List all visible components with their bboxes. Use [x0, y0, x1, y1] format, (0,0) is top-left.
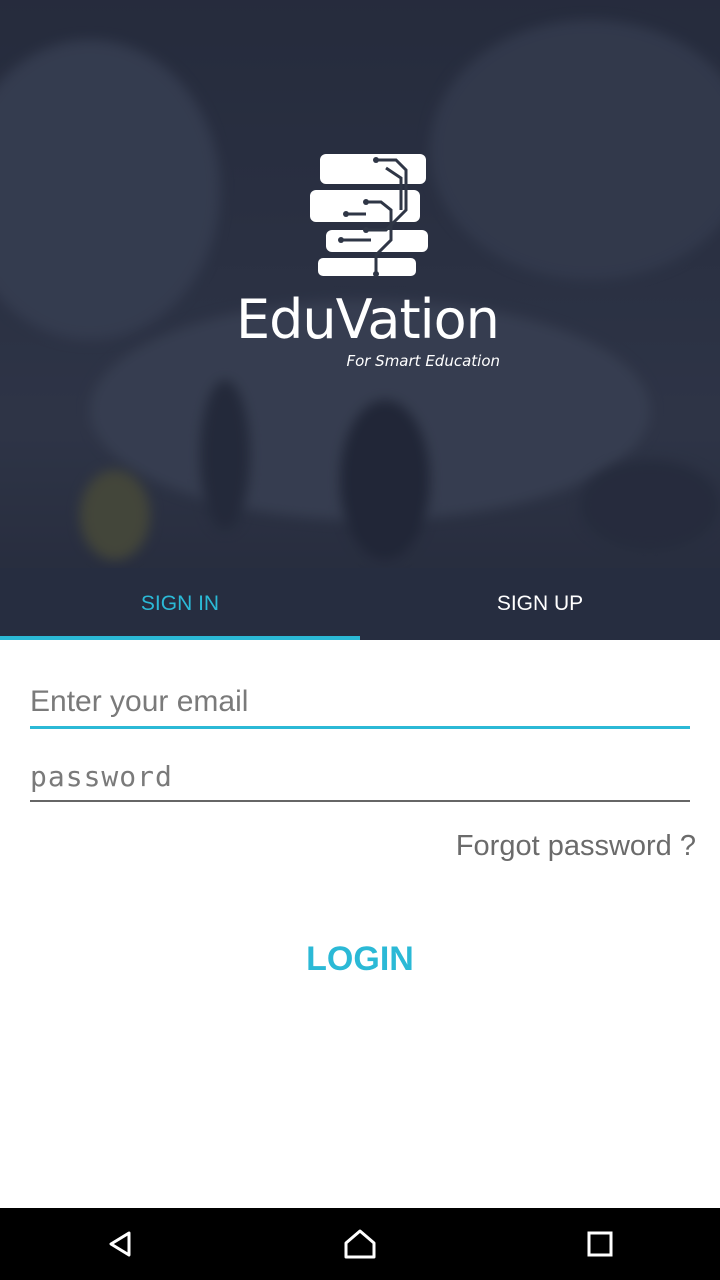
- back-button[interactable]: [80, 1214, 160, 1274]
- forgot-password-link[interactable]: Forgot password ?: [456, 830, 696, 863]
- system-navigation-bar: [0, 1208, 720, 1280]
- email-field-container: [30, 682, 690, 729]
- tab-sign-up[interactable]: SIGN UP: [360, 568, 720, 640]
- books-circuit-icon: [310, 154, 428, 277]
- home-icon: [344, 1229, 376, 1259]
- password-field-container: [30, 756, 690, 802]
- back-icon: [109, 1231, 131, 1257]
- auth-tabs: SIGN IN SIGN UP: [0, 568, 720, 640]
- email-input[interactable]: [30, 682, 690, 722]
- eduvation-logo: EduVation For Smart Education: [236, 150, 506, 380]
- recents-icon: [587, 1231, 613, 1257]
- login-button[interactable]: LOGIN: [0, 940, 720, 979]
- brand-name: EduVation: [236, 288, 500, 351]
- home-button[interactable]: [320, 1214, 400, 1274]
- tab-sign-in[interactable]: SIGN IN: [0, 568, 360, 640]
- password-input[interactable]: [30, 756, 690, 796]
- brand-tagline: For Smart Education: [346, 352, 500, 370]
- recents-button[interactable]: [560, 1214, 640, 1274]
- hero-banner: EduVation For Smart Education: [0, 0, 720, 568]
